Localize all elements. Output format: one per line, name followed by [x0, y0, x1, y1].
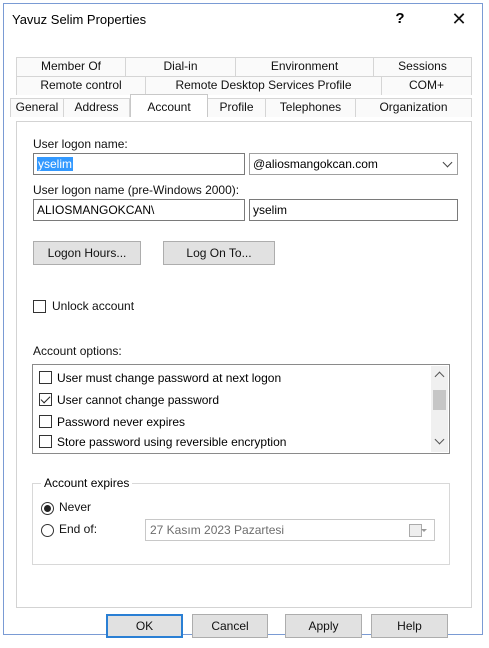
tab-com-plus[interactable]: COM+ [382, 76, 472, 95]
tab-address[interactable]: Address [64, 98, 130, 117]
end-of-label: End of: [59, 522, 98, 536]
chevron-down-icon [442, 157, 453, 168]
cancel-button[interactable]: Cancel [192, 614, 268, 638]
apply-button[interactable]: Apply [285, 614, 362, 638]
tab-organization[interactable]: Organization [356, 98, 472, 117]
log-on-to-button[interactable]: Log On To... [163, 241, 275, 265]
tab-dial-in[interactable]: Dial-in [126, 57, 236, 76]
tab-account[interactable]: Account [130, 94, 208, 117]
tab-sessions[interactable]: Sessions [374, 57, 472, 76]
account-options-label: Account options: [33, 344, 122, 358]
tab-member-of[interactable]: Member Of [16, 57, 126, 76]
scroll-up-icon[interactable] [434, 371, 445, 382]
pre2000-label: User logon name (pre-Windows 2000): [33, 183, 240, 197]
option-label: Store password using reversible encrypti… [57, 435, 287, 449]
logon-name-label: User logon name: [33, 137, 128, 151]
option-checkbox[interactable] [39, 393, 52, 406]
tab-profile[interactable]: Profile [208, 98, 266, 117]
domain-value: @aliosmangokcan.com [253, 157, 378, 171]
expiry-date-value: 27 Kasım 2023 Pazartesi [150, 523, 285, 537]
scroll-thumb[interactable] [433, 390, 446, 410]
option-checkbox[interactable] [39, 435, 52, 448]
account-panel: User logon name: yselim @aliosmangokcan.… [16, 121, 472, 608]
tab-remote-control[interactable]: Remote control [16, 76, 146, 95]
calendar-icon[interactable] [409, 524, 427, 537]
account-expires-group: Account expires Never End of: 27 Kasım 2… [32, 476, 450, 565]
options-scrollbar[interactable] [431, 366, 448, 452]
unlock-account-label: Unlock account [52, 299, 135, 313]
tab-general[interactable]: General [10, 98, 64, 117]
tab-telephones[interactable]: Telephones [266, 98, 356, 117]
option-checkbox[interactable] [39, 415, 52, 428]
option-checkbox[interactable] [39, 371, 52, 384]
pre2000-user-input[interactable]: yselim [249, 199, 458, 221]
option-label: Password never expires [57, 415, 186, 429]
tab-row-3: General Address Account Profile Telephon… [10, 94, 472, 117]
pre2000-domain-field: ALIOSMANGOKCAN\ [33, 199, 245, 221]
expiry-date-picker[interactable]: 27 Kasım 2023 Pazartesi [145, 519, 435, 541]
help-button[interactable]: Help [371, 614, 448, 638]
tab-row-2: Remote control Remote Desktop Services P… [16, 76, 472, 95]
window-title: Yavuz Selim Properties [12, 12, 147, 27]
tab-remote-desktop-services-profile[interactable]: Remote Desktop Services Profile [146, 76, 382, 95]
help-icon[interactable]: ? [388, 8, 412, 30]
end-of-radio[interactable] [41, 524, 54, 537]
account-options-list[interactable]: User must change password at next logon … [32, 364, 450, 454]
scroll-down-icon[interactable] [434, 434, 445, 445]
never-label: Never [59, 500, 92, 514]
dropdown-arrow-icon [421, 529, 427, 532]
properties-dialog: Yavuz Selim Properties ? ✕ Member Of Dia… [3, 3, 483, 638]
option-label: User must change password at next logon [57, 371, 282, 385]
tab-row-1: Member Of Dial-in Environment Sessions [16, 57, 472, 76]
logon-name-value: yselim [37, 157, 74, 171]
tab-environment[interactable]: Environment [236, 57, 374, 76]
ok-button[interactable]: OK [106, 614, 183, 638]
close-icon[interactable]: ✕ [444, 7, 474, 31]
domain-combobox[interactable]: @aliosmangokcan.com [249, 153, 458, 175]
account-expires-label: Account expires [41, 476, 133, 490]
option-label: User cannot change password [57, 393, 220, 407]
logon-hours-button[interactable]: Logon Hours... [33, 241, 141, 265]
never-radio[interactable] [41, 502, 54, 515]
title-bar: Yavuz Selim Properties ? ✕ [4, 4, 482, 34]
unlock-account-checkbox[interactable] [33, 300, 46, 313]
logon-name-input[interactable]: yselim [33, 153, 245, 175]
